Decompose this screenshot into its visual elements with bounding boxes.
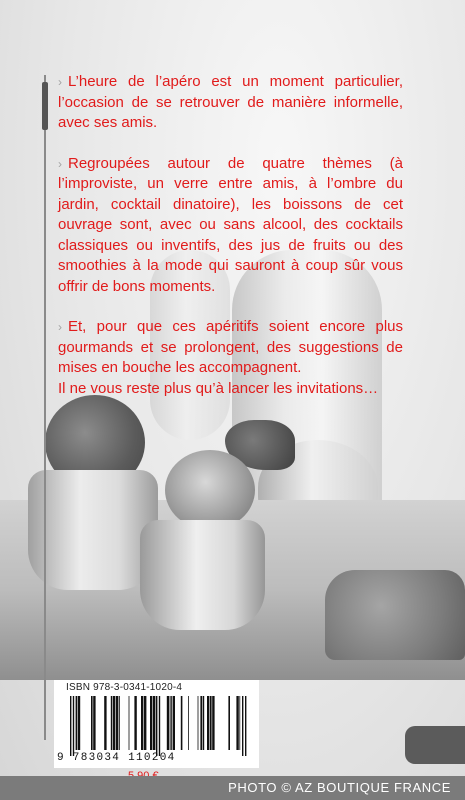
margin-rule xyxy=(44,75,46,740)
paragraph: › Regroupées autour de quatre thèmes (à l… xyxy=(58,154,403,295)
barcode-bar xyxy=(72,696,75,756)
barcode-bar xyxy=(202,696,205,750)
barcode-bar xyxy=(200,696,202,750)
barcode-bar xyxy=(228,696,230,750)
barcode-bar xyxy=(128,696,130,750)
isbn-label: ISBN 978-3-0341-1020-4 xyxy=(66,682,183,693)
paragraph: › Et, pour que ces apéritifs soient encor… xyxy=(58,318,403,376)
barcode-bar xyxy=(180,696,183,750)
barcode-bar xyxy=(119,696,120,750)
chevron-icon: › xyxy=(58,75,62,89)
barcode-bar xyxy=(116,696,119,750)
barcode-bar xyxy=(169,696,171,750)
paragraph: › L’heure de l’apéro est un moment partic… xyxy=(58,73,403,131)
barcode xyxy=(70,696,247,756)
barcode-bar xyxy=(93,696,96,750)
barcode-bar xyxy=(150,696,153,750)
barcode-bar xyxy=(158,696,161,756)
barcode-bar xyxy=(172,696,175,750)
barcode-bar xyxy=(236,696,239,750)
barcode-bar xyxy=(104,696,107,750)
barcode-bar xyxy=(141,696,144,750)
bread-slice xyxy=(325,570,465,660)
barcode-bar xyxy=(110,696,113,750)
appetizer-topping xyxy=(165,450,255,530)
barcode-bar xyxy=(77,696,81,750)
barcode-bar xyxy=(153,696,156,750)
barcode-panel: ISBN 978-3-0341-1020-4 9 783034 110204 xyxy=(54,680,259,768)
barcode-bar xyxy=(70,696,72,756)
barcode-bar xyxy=(134,696,137,750)
barcode-bar xyxy=(166,696,170,750)
barcode-bar xyxy=(188,696,189,750)
chevron-icon: › xyxy=(58,156,62,171)
verrine-glass xyxy=(28,470,158,590)
barcode-bar xyxy=(207,696,210,750)
barcode-number: 9 783034 110204 xyxy=(57,752,176,764)
barcode-bar xyxy=(212,696,215,750)
barcode-bar xyxy=(113,696,116,750)
photo-credit: PHOTO © AZ BOUTIQUE FRANCE xyxy=(228,780,451,795)
barcode-bar xyxy=(197,696,199,750)
back-cover-text: › L’heure de l’apéro est un moment partic… xyxy=(58,72,403,419)
closing-line: Il ne vous reste plus qu’à lancer les in… xyxy=(58,379,379,397)
barcode-bar xyxy=(75,696,78,750)
barcode-bar xyxy=(245,696,247,756)
photo-credit-bar: PHOTO © AZ BOUTIQUE FRANCE xyxy=(0,776,465,800)
corner-tab xyxy=(405,726,465,764)
barcode-bar xyxy=(242,696,244,756)
barcode-bar xyxy=(156,696,158,756)
barcode-bar xyxy=(239,696,241,750)
barcode-bar xyxy=(210,696,212,750)
verrine-glass xyxy=(140,520,265,630)
margin-tab xyxy=(42,82,48,130)
barcode-bar xyxy=(144,696,147,750)
barcode-bar xyxy=(171,696,172,750)
barcode-bar xyxy=(91,696,93,750)
chevron-icon: › xyxy=(58,320,62,334)
